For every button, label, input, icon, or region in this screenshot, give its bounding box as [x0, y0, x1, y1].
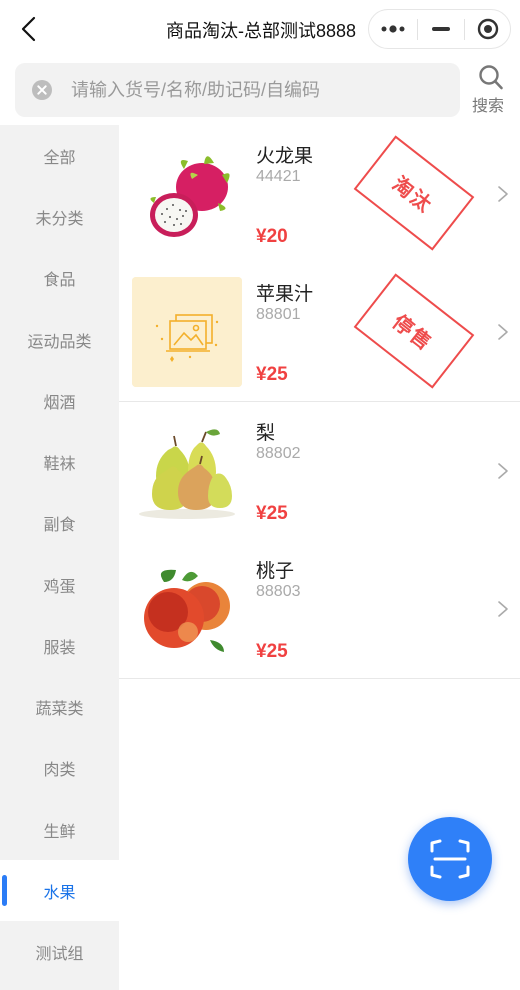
category-item[interactable]: 测试组 [0, 921, 119, 982]
product-code: 88801 [256, 306, 301, 323]
product-row[interactable]: 梨 88802 ¥25 [119, 402, 520, 541]
category-item[interactable]: 运动品类 [0, 309, 119, 370]
dragon-fruit-image [132, 139, 242, 249]
category-label: 服装 [43, 639, 76, 657]
chevron-right-icon [498, 463, 508, 479]
product-code: 88803 [256, 583, 301, 600]
more-dots-icon [381, 25, 405, 33]
category-label: 运动品类 [27, 333, 92, 351]
pear-image [132, 416, 242, 526]
category-item[interactable]: 蔬菜类 [0, 676, 119, 737]
search-button[interactable]: 搜索 [470, 64, 512, 115]
product-image [132, 139, 242, 249]
search-input[interactable] [71, 75, 446, 105]
product-row[interactable]: 苹果汁 88801 ¥25 停售 [119, 263, 520, 402]
product-code: 44421 [256, 168, 301, 185]
category-item[interactable]: 鞋袜 [0, 431, 119, 492]
category-label: 全部 [43, 149, 76, 167]
category-sidebar: 全部 未分类 食品 运动品类 烟酒 鞋袜 副食 鸡蛋 服装 蔬菜类 肉类 生鲜 … [0, 125, 119, 990]
chevron-left-icon [21, 16, 36, 42]
product-image [132, 416, 242, 526]
clear-button[interactable] [32, 80, 52, 100]
product-price: ¥20 [256, 226, 288, 247]
category-label: 烟酒 [43, 394, 76, 412]
category-label: 生鲜 [43, 823, 76, 841]
close-button[interactable] [465, 10, 511, 48]
product-price: ¥25 [256, 503, 288, 524]
search-bar [15, 63, 460, 117]
placeholder-image-icon [132, 277, 242, 387]
stamp-text: 停售 [388, 310, 437, 356]
product-image [132, 554, 242, 664]
category-label: 鸡蛋 [43, 578, 76, 596]
chevron-right-icon [498, 601, 508, 617]
category-label: 未分类 [35, 210, 84, 228]
search-button-label: 搜索 [472, 98, 505, 115]
peach-image [132, 554, 242, 664]
discontinued-stamp: 停售 [353, 273, 475, 389]
product-image [132, 277, 242, 387]
product-name: 苹果汁 [256, 284, 314, 305]
category-item[interactable]: 副食 [0, 492, 119, 553]
category-item[interactable]: 食品 [0, 247, 119, 308]
close-circle-icon [477, 18, 499, 40]
category-label: 副食 [43, 516, 76, 534]
category-item[interactable]: 全部 [0, 125, 119, 186]
product-price: ¥25 [256, 364, 288, 385]
minimize-button[interactable] [418, 10, 464, 48]
clear-circle-icon [32, 80, 52, 100]
category-item[interactable]: 生鲜 [0, 799, 119, 860]
mini-program-capsule [368, 9, 511, 49]
category-item[interactable]: 烟酒 [0, 370, 119, 431]
top-bar: 商品淘汰-总部测试8888 [0, 0, 520, 56]
category-label: 水果 [43, 884, 76, 902]
scan-icon [430, 839, 470, 879]
page-title: 商品淘汰-总部测试8888 [166, 21, 357, 41]
chevron-right-icon [498, 186, 508, 202]
product-name: 梨 [256, 423, 276, 444]
category-label: 测试组 [35, 945, 84, 963]
category-item[interactable]: 鸡蛋 [0, 554, 119, 615]
back-button[interactable] [14, 14, 44, 44]
stamp-text: 淘汰 [388, 172, 437, 218]
category-item[interactable]: 未分类 [0, 186, 119, 247]
product-code: 88802 [256, 445, 301, 462]
more-button[interactable] [369, 10, 417, 48]
product-row[interactable]: 桃子 88803 ¥25 [119, 540, 520, 679]
category-label: 蔬菜类 [35, 700, 84, 718]
category-item-selected[interactable]: 水果 [0, 860, 119, 921]
category-label: 肉类 [43, 761, 76, 779]
product-name: 火龙果 [256, 146, 314, 167]
product-name: 桃子 [256, 561, 295, 582]
minimize-icon [432, 27, 450, 31]
category-item[interactable]: 服装 [0, 615, 119, 676]
magnifier-icon [479, 65, 503, 90]
eliminated-stamp: 淘汰 [353, 135, 475, 251]
product-row[interactable]: 火龙果 44421 ¥20 淘汰 [119, 125, 520, 264]
category-label: 鞋袜 [43, 455, 76, 473]
scan-button[interactable] [408, 817, 492, 901]
category-label: 食品 [43, 271, 76, 289]
category-item[interactable]: 肉类 [0, 737, 119, 798]
product-price: ¥25 [256, 641, 288, 662]
chevron-right-icon [498, 324, 508, 340]
